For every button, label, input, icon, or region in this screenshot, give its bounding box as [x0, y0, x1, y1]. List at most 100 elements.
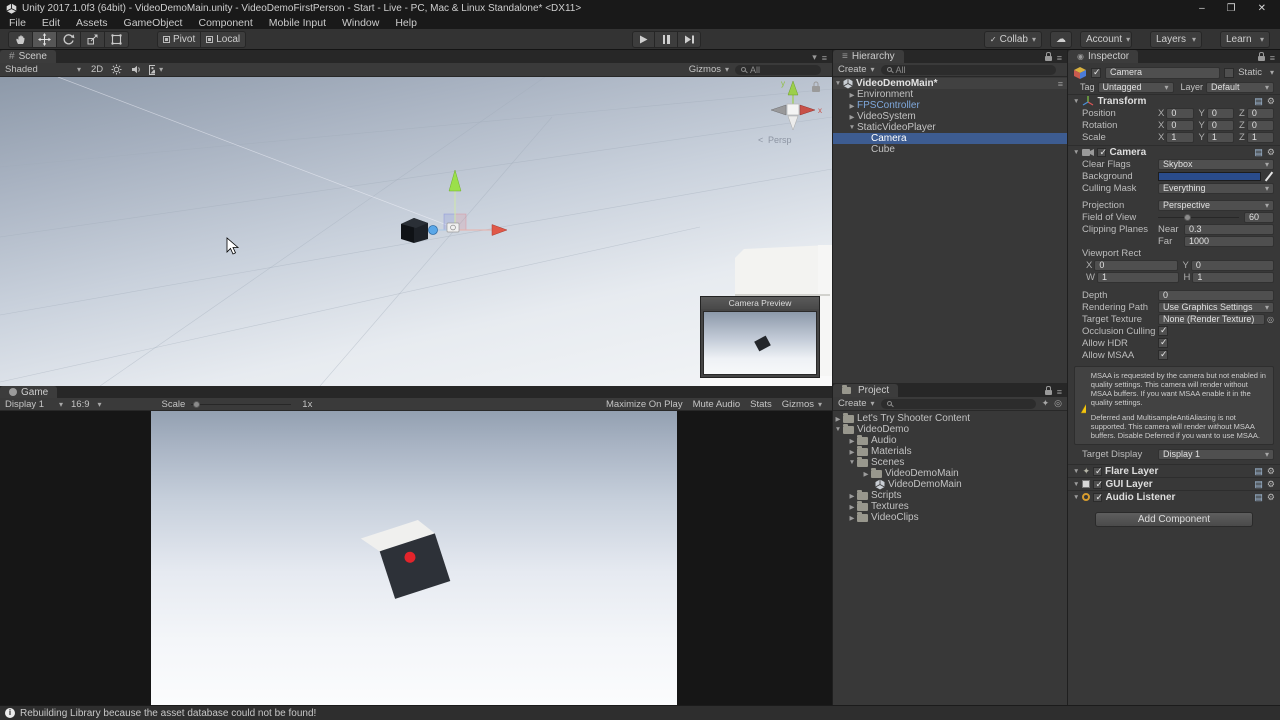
menu-gameobject[interactable]: GameObject: [124, 17, 183, 29]
scene-lighting-toggle[interactable]: [109, 64, 123, 76]
move-tool-button[interactable]: [33, 30, 57, 48]
collab-button[interactable]: ✓ Collab ▾: [983, 30, 1042, 48]
hierarchy-create-button[interactable]: Create ▾: [838, 64, 875, 75]
disclosure-icon[interactable]: ▶: [847, 437, 857, 445]
object-picker-icon[interactable]: ◎: [1267, 315, 1274, 324]
rotation-y-field[interactable]: 0: [1206, 119, 1235, 131]
search-by-type-icon[interactable]: ✦: [1042, 398, 1050, 409]
play-button[interactable]: [632, 30, 656, 48]
project-item-videodemomain-folder[interactable]: ▶ VideoDemoMain: [833, 467, 1067, 479]
flare-layer-checkbox[interactable]: [1092, 466, 1103, 477]
gui-layer-checkbox[interactable]: [1093, 479, 1103, 490]
gear-icon[interactable]: ⚙: [1267, 479, 1275, 490]
fov-slider[interactable]: [1158, 213, 1239, 221]
pause-button[interactable]: [655, 30, 679, 48]
disclosure-icon[interactable]: ▼: [847, 124, 857, 131]
step-button[interactable]: [678, 30, 702, 48]
target-texture-field[interactable]: None (Render Texture): [1158, 313, 1266, 325]
projection-dropdown[interactable]: Perspective ▾: [1158, 199, 1274, 211]
minimize-button[interactable]: –: [1199, 3, 1205, 14]
scale-tool-button[interactable]: [81, 30, 105, 48]
static-dropdown-icon[interactable]: ▾: [1270, 68, 1274, 77]
tag-dropdown[interactable]: Untagged ▾: [1097, 81, 1174, 93]
scene-search-input[interactable]: All: [735, 64, 821, 75]
help-icon[interactable]: ▤: [1254, 147, 1263, 158]
lock-icon[interactable]: [1044, 51, 1052, 61]
learn-dropdown[interactable]: Learn ▾: [1220, 30, 1270, 48]
rect-tool-button[interactable]: [105, 30, 129, 48]
gear-icon[interactable]: ⚙: [1267, 96, 1275, 107]
disclosure-icon[interactable]: ▼: [1073, 468, 1079, 475]
depth-field[interactable]: 0: [1158, 289, 1274, 301]
tab-inspector[interactable]: ◉ Inspector: [1068, 50, 1139, 63]
project-item-lets-try[interactable]: ▶ Let's Try Shooter Content: [833, 412, 1067, 424]
rendering-path-dropdown[interactable]: Use Graphics Settings ▾: [1158, 301, 1274, 313]
display-dropdown[interactable]: Display 1 ▾: [5, 399, 63, 410]
hierarchy-scene-row[interactable]: ▼ VideoDemoMain* ≡: [833, 78, 1067, 89]
gizmos-dropdown[interactable]: Gizmos ▾: [689, 64, 729, 75]
culling-mask-dropdown[interactable]: Everything ▾: [1158, 182, 1274, 194]
flare-layer-component-header[interactable]: ▼ ✦ Flare Layer ▤ ⚙: [1068, 464, 1280, 477]
layers-dropdown[interactable]: Layers ▾: [1150, 30, 1202, 48]
menu-edit[interactable]: Edit: [42, 17, 60, 29]
tab-scene[interactable]: # Scene: [0, 50, 56, 63]
disclosure-icon[interactable]: ▼: [1073, 149, 1079, 156]
gizmo-axis-x-button[interactable]: [799, 104, 816, 116]
maximize-on-play-toggle[interactable]: Maximize On Play: [601, 399, 688, 410]
far-field[interactable]: 1000: [1184, 235, 1274, 247]
lock-icon[interactable]: [1257, 51, 1265, 61]
disclosure-icon[interactable]: ▶: [833, 415, 843, 423]
project-search-input[interactable]: [880, 398, 1036, 409]
aspect-dropdown[interactable]: 16:9 ▾: [71, 399, 102, 410]
gizmo-y-axis-handle[interactable]: [448, 169, 462, 192]
position-y-field[interactable]: 0: [1206, 107, 1235, 119]
target-display-dropdown[interactable]: Display 1 ▾: [1158, 449, 1274, 460]
gizmo-axis-y-button[interactable]: [787, 80, 799, 96]
scale-slider[interactable]: [191, 400, 292, 408]
add-component-button[interactable]: Add Component: [1095, 512, 1253, 527]
project-create-button[interactable]: Create ▾: [838, 398, 875, 409]
panel-menu-icon[interactable]: ≡: [822, 53, 827, 63]
position-x-field[interactable]: 0: [1166, 107, 1194, 119]
scene-cube-object[interactable]: [401, 218, 428, 243]
disclosure-icon[interactable]: ▼: [1073, 481, 1079, 488]
disclosure-icon[interactable]: ▶: [847, 102, 857, 110]
search-by-label-icon[interactable]: ◎: [1054, 398, 1062, 409]
scale-x-field[interactable]: 1: [1166, 131, 1194, 143]
layer-dropdown[interactable]: Default ▾: [1206, 81, 1274, 93]
camera-enabled-checkbox[interactable]: [1097, 147, 1107, 158]
persp-label[interactable]: Persp: [768, 135, 792, 145]
hierarchy-item-videosystem[interactable]: ▶ VideoSystem: [833, 111, 1067, 122]
camera-component-header[interactable]: ▼ Camera ▤ ⚙: [1068, 145, 1280, 158]
orientation-gizmo[interactable]: y x < Persp: [758, 79, 822, 145]
gear-icon[interactable]: ⚙: [1267, 492, 1275, 503]
disclosure-icon[interactable]: ▶: [847, 514, 857, 522]
rotate-tool-button[interactable]: [57, 30, 81, 48]
menu-assets[interactable]: Assets: [76, 17, 108, 29]
gear-icon[interactable]: ⚙: [1267, 147, 1275, 158]
pivot-toggle-button[interactable]: Pivot: [157, 30, 202, 48]
project-item-scenes[interactable]: ▼ Scenes: [833, 456, 1067, 468]
menu-window[interactable]: Window: [342, 17, 379, 29]
help-icon[interactable]: ▤: [1254, 96, 1263, 107]
clear-flags-dropdown[interactable]: Skybox ▾: [1158, 158, 1274, 170]
move-gizmo[interactable]: [428, 169, 508, 236]
gameobject-name-field[interactable]: Camera: [1105, 66, 1221, 79]
scale-z-field[interactable]: 1: [1246, 131, 1275, 143]
allow-msaa-checkbox[interactable]: [1158, 349, 1168, 360]
disclosure-icon[interactable]: ▶: [847, 503, 857, 511]
project-item-scripts[interactable]: ▶ Scripts: [833, 489, 1067, 501]
hierarchy-item-fpscontroller[interactable]: ▶ FPSController: [833, 100, 1067, 111]
allow-hdr-checkbox[interactable]: [1158, 337, 1168, 348]
project-item-audio[interactable]: ▶ Audio: [833, 434, 1067, 446]
disclosure-icon[interactable]: ▼: [847, 459, 857, 466]
mute-audio-toggle[interactable]: Mute Audio: [688, 399, 746, 410]
gizmo-z-axis-handle[interactable]: [428, 225, 438, 235]
static-checkbox[interactable]: [1224, 67, 1235, 78]
project-item-videoclips[interactable]: ▶ VideoClips: [833, 511, 1067, 523]
transform-component-header[interactable]: ▼ Transform ▤ ⚙: [1068, 94, 1280, 107]
viewport-y-field[interactable]: 0: [1190, 259, 1274, 271]
project-item-videodemo[interactable]: ▼ VideoDemo: [833, 423, 1067, 435]
restore-button[interactable]: ❐: [1227, 3, 1236, 14]
disclosure-icon[interactable]: ▶: [847, 448, 857, 456]
